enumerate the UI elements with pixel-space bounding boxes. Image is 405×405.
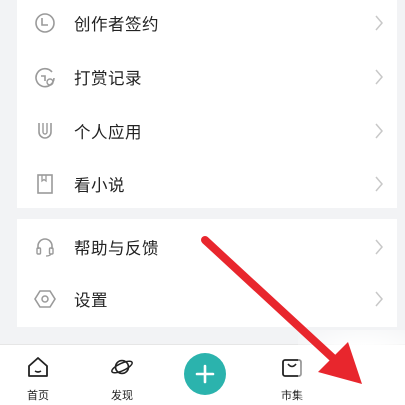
chevron-right-icon bbox=[373, 67, 385, 87]
menu-item-label: 个人应用 bbox=[74, 123, 142, 142]
tab-label: 首页 bbox=[27, 389, 49, 402]
menu-item-help-feedback[interactable]: 帮助与反馈 bbox=[17, 220, 397, 274]
planet-icon bbox=[110, 355, 134, 379]
chevron-right-icon bbox=[373, 237, 385, 257]
menu-item-novel[interactable]: 看小说 bbox=[17, 157, 397, 211]
chevron-right-icon bbox=[373, 121, 385, 141]
menu-item-label: 看小说 bbox=[74, 176, 125, 195]
menu-item-label: 帮助与反馈 bbox=[74, 239, 159, 258]
blurred-watermark-area bbox=[298, 330, 405, 404]
home-icon bbox=[26, 355, 50, 379]
creator-sign-icon bbox=[34, 12, 56, 34]
menu-item-label: 设置 bbox=[74, 291, 108, 310]
settings-icon bbox=[34, 288, 56, 310]
tab-home[interactable]: 首页 bbox=[8, 345, 68, 405]
menu-item-personal-app[interactable]: 个人应用 bbox=[17, 104, 397, 158]
reward-record-icon bbox=[34, 66, 56, 88]
chevron-right-icon bbox=[373, 289, 385, 309]
menu-item-reward-record[interactable]: 打赏记录 bbox=[17, 50, 397, 104]
tab-discover[interactable]: 发现 bbox=[92, 345, 152, 405]
tab-label: 发现 bbox=[111, 389, 133, 402]
personal-app-icon bbox=[34, 120, 56, 142]
novel-icon bbox=[34, 173, 56, 195]
plus-icon bbox=[194, 363, 216, 385]
menu-item-settings[interactable]: 设置 bbox=[17, 272, 397, 326]
menu-item-label: 打赏记录 bbox=[74, 69, 142, 88]
headset-icon bbox=[34, 236, 56, 258]
menu-item-label: 创作者签约 bbox=[74, 15, 159, 34]
create-button[interactable] bbox=[184, 353, 226, 395]
menu-item-creator-sign[interactable]: 创作者签约 bbox=[17, 0, 397, 50]
chevron-right-icon bbox=[373, 13, 385, 33]
chevron-right-icon bbox=[373, 174, 385, 194]
menu-card-2: 帮助与反馈 设置 bbox=[17, 219, 397, 327]
menu-card-1: 创作者签约 打赏记录 个人应用 看小说 bbox=[17, 0, 397, 208]
